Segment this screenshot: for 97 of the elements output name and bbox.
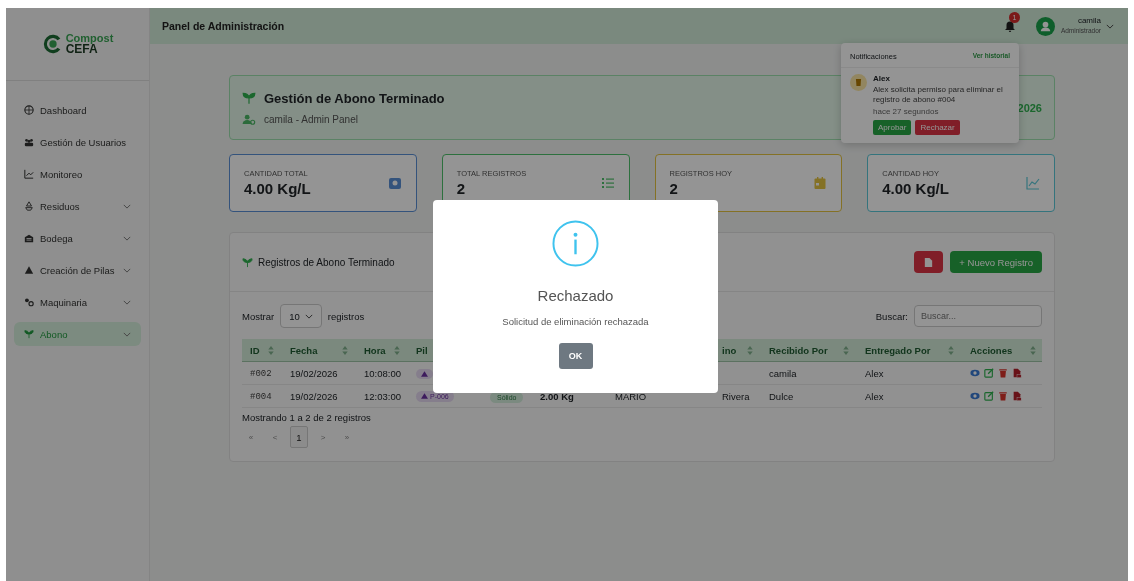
table-info: Mostrando 1 a 2 de 2 registros bbox=[242, 412, 372, 423]
page-size-select[interactable]: 10 bbox=[280, 304, 322, 328]
sort-icon[interactable] bbox=[948, 345, 954, 355]
table-cell: #002 bbox=[250, 369, 272, 379]
search-field[interactable]: Buscar... bbox=[914, 305, 1042, 327]
stat-value: 2 bbox=[669, 180, 679, 197]
sprout-icon bbox=[242, 256, 253, 268]
sidebar-item[interactable]: Bodega bbox=[14, 226, 141, 250]
sidebar-item[interactable]: Dashboard bbox=[14, 98, 141, 122]
ok-button[interactable]: OK bbox=[558, 343, 593, 369]
notification-message: Alex solicita permiso para eliminar el registro de abono #004 bbox=[873, 85, 1004, 105]
sort-icon[interactable] bbox=[342, 345, 348, 355]
user-gear-icon bbox=[242, 113, 256, 125]
pdf-button[interactable] bbox=[914, 251, 944, 273]
sidebar-item[interactable]: Maquinaria bbox=[14, 290, 141, 314]
column-header[interactable]: ino bbox=[722, 344, 737, 356]
warehouse-icon bbox=[24, 233, 34, 243]
pagination-button[interactable]: « bbox=[242, 426, 260, 448]
approve-button[interactable]: Aprobar bbox=[873, 120, 912, 135]
sort-icon[interactable] bbox=[268, 345, 274, 355]
pdf-file-icon[interactable] bbox=[1012, 391, 1022, 401]
search-label: Buscar: bbox=[875, 310, 908, 322]
sprout-icon bbox=[242, 91, 256, 105]
column-header[interactable]: Acciones bbox=[970, 344, 1013, 356]
table-cell: 19/02/2026 bbox=[290, 390, 338, 402]
table-cell: Alex bbox=[865, 367, 884, 379]
triangle-icon bbox=[421, 370, 428, 377]
sprout-icon bbox=[24, 329, 34, 339]
sort-icon[interactable] bbox=[1030, 345, 1036, 355]
stat-value: 4.00 Kg/L bbox=[244, 180, 312, 197]
chevron-down-icon[interactable] bbox=[1106, 23, 1114, 29]
table-cell: 12:03:00 bbox=[364, 390, 401, 402]
sidebar-item[interactable]: Creación de Pilas bbox=[14, 258, 141, 282]
sort-icon[interactable] bbox=[394, 345, 400, 355]
column-header[interactable]: Hora bbox=[364, 344, 386, 356]
show-label: Mostrar bbox=[242, 310, 275, 322]
eye-icon[interactable] bbox=[970, 368, 980, 378]
pagination-button[interactable]: < bbox=[266, 426, 284, 448]
pagination-button[interactable]: 1 bbox=[290, 426, 308, 448]
trash-icon bbox=[850, 74, 867, 91]
pagination-button[interactable]: > bbox=[314, 426, 332, 448]
sidebar-item[interactable]: Residuos bbox=[14, 194, 141, 218]
sidebar-item[interactable]: Monitoreo bbox=[14, 162, 141, 186]
reject-button[interactable]: Rechazar bbox=[915, 120, 960, 135]
pagination-button[interactable]: » bbox=[338, 426, 356, 448]
sort-icon[interactable] bbox=[843, 345, 849, 355]
chart-line-icon bbox=[24, 169, 34, 179]
table-cell: camila bbox=[769, 367, 797, 379]
scale-icon bbox=[387, 176, 402, 190]
edit-icon[interactable] bbox=[984, 368, 994, 378]
info-icon bbox=[552, 220, 599, 267]
page-title: Panel de Administración bbox=[162, 20, 286, 32]
logo: Compost CEFA bbox=[6, 8, 149, 81]
pdf-file-icon[interactable] bbox=[1012, 368, 1022, 378]
column-header[interactable]: Fecha bbox=[290, 344, 318, 356]
table-cell: Dulce bbox=[769, 390, 794, 402]
notification-time: hace 27 segundos bbox=[873, 107, 940, 116]
column-header[interactable]: Pil bbox=[416, 344, 428, 356]
table-cell: Rivera bbox=[722, 390, 750, 402]
trash-icon[interactable] bbox=[998, 368, 1008, 378]
chart-line-icon bbox=[1026, 176, 1040, 190]
table-cell: #004 bbox=[250, 392, 272, 402]
avatar-icon[interactable] bbox=[1035, 16, 1055, 36]
list-icon bbox=[600, 176, 615, 190]
calendar-icon bbox=[813, 176, 828, 190]
globe-icon bbox=[24, 105, 34, 115]
date-text: 2026 bbox=[1017, 101, 1042, 114]
table-cell: 10:08:00 bbox=[364, 367, 401, 379]
table-cell: MARIO bbox=[615, 390, 647, 402]
column-header[interactable]: ID bbox=[250, 344, 260, 356]
user-name: camila bbox=[1077, 16, 1101, 26]
dialog-message: Solicitud de eliminación rechazada bbox=[502, 316, 649, 327]
column-header[interactable]: Recibido Por bbox=[769, 344, 828, 356]
table-cell: 2.00 Kg bbox=[540, 390, 574, 402]
notification-sender: Alex bbox=[873, 74, 891, 83]
stat-value: 2 bbox=[456, 180, 467, 197]
eye-icon[interactable] bbox=[970, 391, 980, 401]
sort-icon[interactable] bbox=[747, 345, 753, 355]
sidebar-item[interactable]: Abono bbox=[14, 322, 141, 346]
panel-title: Registros de Abono Terminado bbox=[258, 256, 395, 268]
new-record-button[interactable]: + Nuevo Registro bbox=[950, 251, 1042, 273]
table-cell: Alex bbox=[865, 390, 884, 402]
stat-value: 4.00 Kg/L bbox=[882, 180, 950, 197]
sidebar-item[interactable]: Gestión de Usuarios bbox=[14, 130, 141, 154]
file-icon bbox=[923, 256, 935, 268]
bell-icon[interactable] bbox=[1003, 19, 1016, 33]
dialog-title: Rechazado bbox=[537, 287, 614, 304]
subtitle: camila - Admin Panel bbox=[264, 113, 358, 125]
chevron-down-icon bbox=[304, 313, 313, 319]
triangle-icon bbox=[24, 265, 34, 275]
edit-icon[interactable] bbox=[984, 391, 994, 401]
table-cell: 19/02/2026 bbox=[290, 367, 338, 379]
triangle-icon bbox=[421, 393, 428, 400]
page-heading: Gestión de Abono Terminado bbox=[264, 90, 445, 106]
column-header[interactable]: Entregado Por bbox=[865, 344, 931, 356]
trash-icon[interactable] bbox=[998, 391, 1008, 401]
show-suffix: registros bbox=[327, 310, 365, 322]
